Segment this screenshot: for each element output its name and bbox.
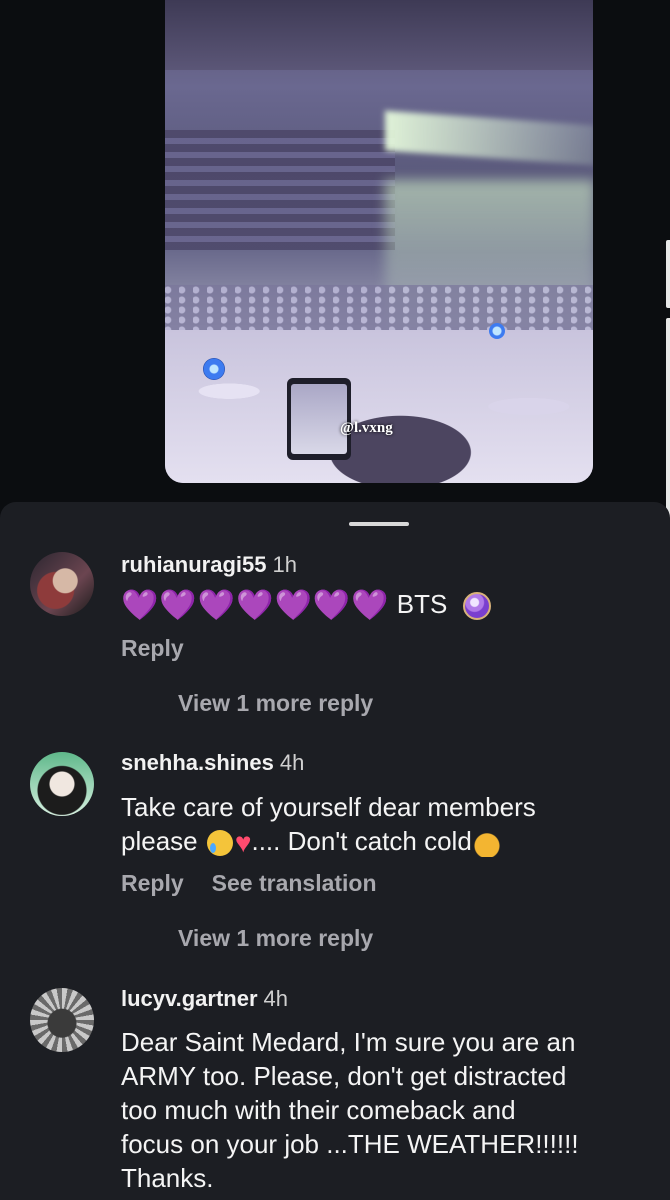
purple-heart-icon: 💜 xyxy=(159,589,197,623)
purple-heart-icon: 💜 xyxy=(312,589,351,623)
phone-in-crowd xyxy=(287,378,351,460)
username-text: ruhianuragi55 xyxy=(121,552,267,577)
purple-heart-icon: 💜 xyxy=(236,589,274,623)
lightstick-icon xyxy=(489,323,505,339)
purple-heart-icon: 💜 xyxy=(351,589,389,623)
reply-button[interactable]: Reply xyxy=(121,635,184,661)
purple-heart-icon: 💜💜💜💜💜💜💜 xyxy=(121,589,390,623)
video-player[interactable] xyxy=(165,0,593,483)
avatar[interactable] xyxy=(30,752,94,816)
comment-line: ARMY too. Please, don't get distracted xyxy=(121,1061,567,1091)
see-translation-button[interactable]: See translation xyxy=(212,870,377,896)
comment-text-part: please xyxy=(121,826,198,856)
edge-panel-handle[interactable] xyxy=(666,240,670,308)
reply-button[interactable]: Reply xyxy=(121,870,184,896)
comment-actions: Reply xyxy=(121,635,212,662)
comment-username[interactable]: lucyv.gartner 4h xyxy=(121,986,288,1012)
sheet-drag-handle[interactable] xyxy=(349,522,409,526)
comment-username[interactable]: ruhianuragi55 1h xyxy=(121,552,297,578)
crowd-near xyxy=(165,330,593,483)
comment-time: 4h xyxy=(263,986,289,1011)
comment-line: please ♥.... Don't catch cold xyxy=(121,824,651,858)
stage-light-beam xyxy=(385,110,593,166)
comment-line: Dear Saint Medard, I'm sure you are an xyxy=(121,1027,576,1057)
comment-time: 4h xyxy=(279,750,305,775)
stadium-stands xyxy=(165,130,395,250)
username-text: snehha.shines xyxy=(121,750,274,775)
comment-line: too much with their comeback and xyxy=(121,1095,516,1125)
crying-face-icon xyxy=(206,830,233,857)
comment-time: 1h xyxy=(272,552,297,577)
comment-line: Thanks. xyxy=(121,1163,214,1193)
comment-text-part: .... Don't catch cold xyxy=(251,826,472,856)
avatar[interactable] xyxy=(30,552,94,616)
comment-text: Dear Saint Medard, I'm sure you are an A… xyxy=(121,1025,651,1195)
comment-actions: Reply See translation xyxy=(121,870,405,897)
purple-heart-icon: 💜 xyxy=(197,589,236,623)
lightstick-icon xyxy=(203,358,225,380)
comment-line: focus on your job ...THE WEATHER!!!!!! xyxy=(121,1129,579,1159)
comment-text-bts: BTS xyxy=(396,589,448,619)
crystal-ball-icon xyxy=(462,592,491,621)
raised-hands-icon xyxy=(471,829,502,858)
username-text: lucyv.gartner xyxy=(121,986,258,1011)
red-heart-icon: ♥ xyxy=(234,827,252,859)
avatar[interactable] xyxy=(30,988,94,1052)
comments-sheet: ruhianuragi55 1h 💜💜💜💜💜💜💜 BTS Reply View 1… xyxy=(0,502,670,1200)
comment-username[interactable]: snehha.shines 4h xyxy=(121,750,304,776)
comment-text: Take care of yourself dear members pleas… xyxy=(121,790,651,858)
comment-text: 💜💜💜💜💜💜💜 BTS xyxy=(121,587,651,623)
stadium-roof xyxy=(165,0,593,70)
purple-heart-icon: 💜 xyxy=(121,589,159,623)
view-more-replies[interactable]: View 1 more reply xyxy=(178,690,373,717)
purple-heart-icon: 💜 xyxy=(274,589,312,623)
video-watermark: @l.vxng xyxy=(340,420,393,436)
view-more-replies[interactable]: View 1 more reply xyxy=(178,925,373,952)
comment-line: Take care of yourself dear members xyxy=(121,792,536,822)
